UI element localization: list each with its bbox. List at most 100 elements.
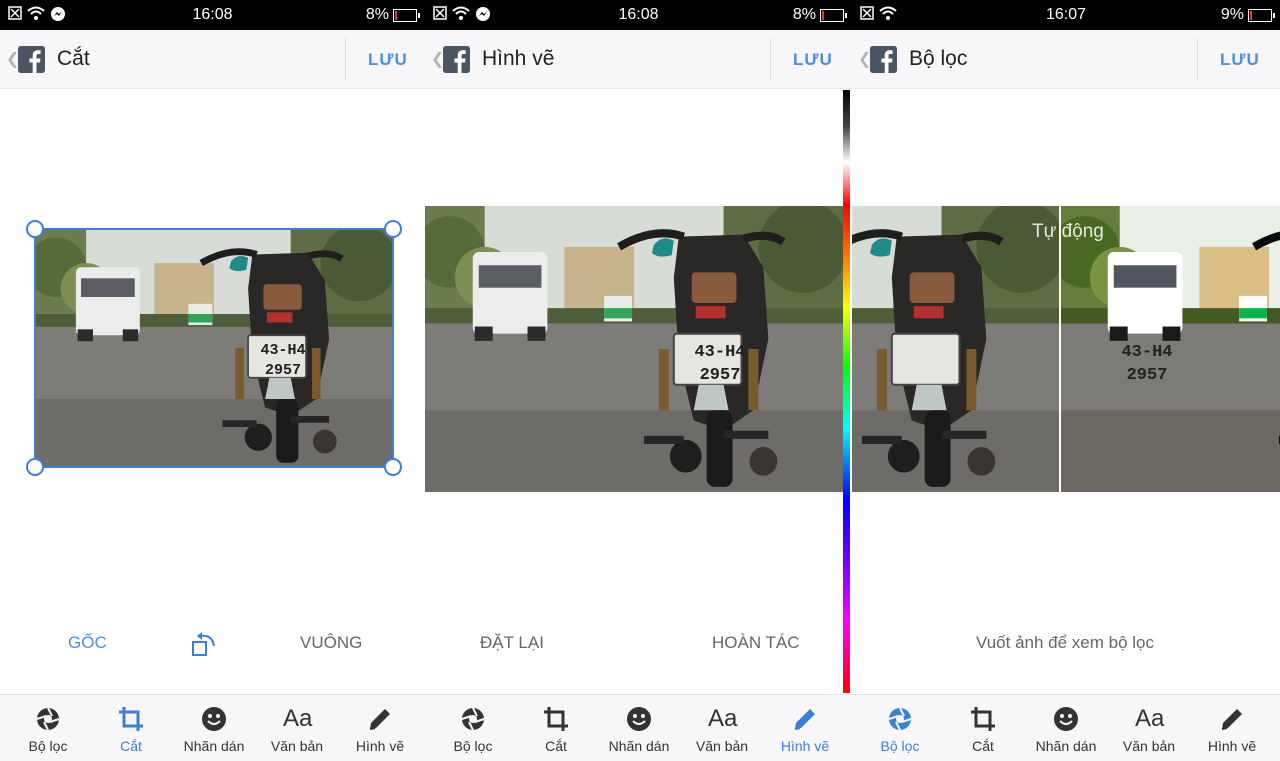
draw-screen: 16:08 8% ❮ Hình vẽ LƯU 43-H4 2957 ĐẶT LẠ… — [425, 0, 852, 761]
crop-handle-bottom-left[interactable] — [26, 458, 44, 476]
nav-stickers[interactable]: Nhãn dán — [597, 695, 681, 761]
aperture-icon — [459, 705, 487, 733]
nav-text-label: Văn bản — [1122, 738, 1176, 754]
aperture-icon — [34, 705, 62, 733]
battery-percent: 8% — [365, 6, 389, 23]
nav-draw[interactable]: Hình vẽ — [338, 695, 422, 761]
nav-stickers-label: Nhãn dán — [1035, 738, 1097, 754]
battery-icon — [1248, 8, 1275, 22]
bottom-nav: Bộ lọc Cắt Nhãn dán Aa Văn bản Hình vẽ — [0, 694, 425, 761]
nav-filter-label: Bộ lọc — [453, 738, 493, 754]
crop-icon — [542, 705, 570, 733]
header-divider — [770, 38, 771, 80]
smiley-icon — [200, 705, 228, 733]
pencil-icon — [791, 705, 819, 733]
facebook-logo-icon — [870, 46, 897, 73]
app-bar: ❮ Cắt LƯU — [0, 30, 425, 89]
nav-stickers[interactable]: Nhãn dán — [172, 695, 256, 761]
app-bar: ❮ Hình vẽ LƯU — [425, 30, 852, 89]
text-icon: Aa — [283, 705, 313, 732]
nav-draw[interactable]: Hình vẽ — [1190, 695, 1274, 761]
color-picker-slider[interactable] — [843, 90, 850, 693]
bottom-nav: Bộ lọc Cắt Nhãn dán Aa Văn bản Hình vẽ — [425, 694, 852, 761]
text-icon: Aa — [1135, 705, 1165, 732]
nav-draw-label: Hình vẽ — [780, 738, 830, 754]
filter-name-label: Tự động — [1032, 221, 1104, 242]
text-icon: Aa — [708, 705, 738, 732]
pencil-icon — [1218, 705, 1246, 733]
nav-draw[interactable]: Hình vẽ — [763, 695, 847, 761]
nav-text[interactable]: Aa Văn bản — [680, 695, 764, 761]
save-button[interactable]: LƯU — [793, 50, 833, 70]
status-bar: 16:07 9% — [852, 0, 1280, 30]
draw-actions: ĐẶT LẠI HOÀN TÁC — [425, 633, 852, 659]
nav-filter[interactable]: Bộ lọc — [431, 695, 515, 761]
save-button[interactable]: LƯU — [368, 50, 408, 70]
smiley-icon — [1052, 705, 1080, 733]
filter-hint-row: Vuốt ảnh để xem bộ lọc — [852, 633, 1280, 659]
nav-stickers-label: Nhãn dán — [608, 738, 670, 754]
nav-draw-label: Hình vẽ — [355, 738, 405, 754]
crop-handle-top-left[interactable] — [26, 220, 44, 238]
nav-crop[interactable]: Cắt — [941, 695, 1025, 761]
crop-frame[interactable] — [34, 228, 394, 468]
nav-crop[interactable]: Cắt — [89, 695, 173, 761]
nav-filter[interactable]: Bộ lọc — [6, 695, 90, 761]
battery-icon — [820, 8, 847, 22]
photo-filter-preview[interactable]: 43-H4 2957 Tự động — [852, 206, 1280, 492]
photo-draw-canvas[interactable]: 43-H4 2957 — [425, 206, 843, 492]
pencil-icon — [366, 705, 394, 733]
status-bar: 16:08 8% — [425, 0, 852, 30]
header-divider — [345, 38, 346, 80]
nav-filter-label: Bộ lọc — [880, 738, 920, 754]
status-time: 16:07 — [1045, 6, 1087, 23]
square-ratio-button[interactable]: VUÔNG — [300, 633, 362, 653]
page-title: Cắt — [57, 47, 90, 70]
nav-crop[interactable]: Cắt — [514, 695, 598, 761]
nav-text[interactable]: Aa Văn bản — [1107, 695, 1191, 761]
crop-screen: 16:08 8% ❮ Cắt LƯU 43-H4 2957 GỐC VUÔNG … — [0, 0, 425, 761]
bottom-nav: Bộ lọc Cắt Nhãn dán Aa Văn bản Hình vẽ — [852, 694, 1280, 761]
filter-split-line — [1059, 206, 1061, 492]
crop-icon — [969, 705, 997, 733]
nav-stickers[interactable]: Nhãn dán — [1024, 695, 1108, 761]
nav-stickers-label: Nhãn dán — [183, 738, 245, 754]
nav-crop-label: Cắt — [545, 738, 567, 754]
crop-handle-bottom-right[interactable] — [384, 458, 402, 476]
nav-text[interactable]: Aa Văn bản — [255, 695, 339, 761]
status-time: 16:08 — [192, 6, 233, 23]
nav-text-label: Văn bản — [270, 738, 324, 754]
facebook-logo-icon — [18, 46, 45, 73]
nav-draw-label: Hình vẽ — [1207, 738, 1257, 754]
aperture-icon — [886, 705, 914, 733]
status-icons-right: 8% — [792, 6, 847, 24]
nav-filter-label: Bộ lọc — [28, 738, 68, 754]
undo-button[interactable]: HOÀN TÁC — [712, 633, 800, 653]
status-icons-right: 9% — [1220, 6, 1275, 24]
reset-button[interactable]: ĐẶT LẠI — [480, 633, 544, 653]
status-time: 16:08 — [618, 6, 659, 23]
swipe-hint-text: Vuốt ảnh để xem bộ lọc — [976, 633, 1154, 652]
battery-percent: 8% — [792, 6, 816, 23]
crop-icon — [117, 705, 145, 733]
page-title: Bộ lọc — [909, 47, 968, 70]
status-bar: 16:08 8% — [0, 0, 425, 30]
three-phone-screenshots: 16:08 8% ❮ Cắt LƯU 43-H4 2957 GỐC VUÔNG … — [0, 0, 1280, 761]
facebook-logo-icon — [443, 46, 470, 73]
rotate-icon[interactable] — [190, 630, 218, 658]
save-button[interactable]: LƯU — [1220, 50, 1260, 70]
page-title: Hình vẽ — [482, 47, 555, 70]
status-icons-right: 8% — [365, 6, 420, 24]
filter-screen: 16:07 9% ❮ Bộ lọc LƯU 43-H4 2957 Tự động — [852, 0, 1280, 761]
nav-crop-label: Cắt — [120, 738, 142, 754]
nav-text-label: Văn bản — [695, 738, 749, 754]
app-bar: ❮ Bộ lọc LƯU — [852, 30, 1280, 89]
battery-icon — [393, 8, 420, 22]
license-plate-line1: 43-H4 — [1121, 343, 1173, 362]
original-ratio-button[interactable]: GỐC — [68, 633, 107, 653]
nav-crop-label: Cắt — [972, 738, 994, 754]
nav-filter[interactable]: Bộ lọc — [858, 695, 942, 761]
header-divider — [1197, 38, 1198, 80]
battery-percent: 9% — [1220, 6, 1244, 23]
crop-handle-top-right[interactable] — [384, 220, 402, 238]
